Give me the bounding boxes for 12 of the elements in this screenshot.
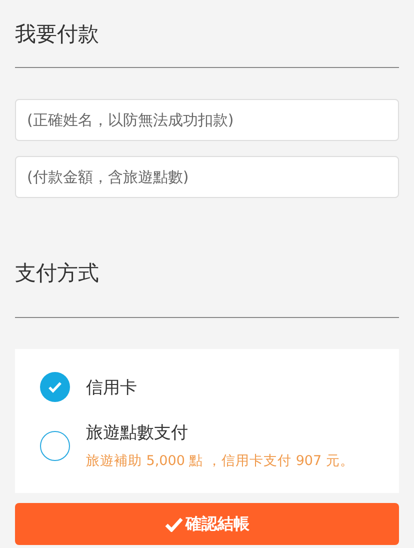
check-icon: [48, 381, 62, 393]
section-title: 支付方式: [15, 260, 100, 287]
input-field[interactable]: (正確姓名，以防無法成功扣款): [15, 99, 399, 141]
check-icon: [164, 516, 182, 532]
radio-button[interactable]: [40, 372, 70, 402]
checkout-button[interactable]: 確認結帳: [15, 503, 399, 545]
radio-button[interactable]: [40, 430, 70, 460]
section-title: 我要付款: [15, 20, 100, 48]
option-label: 信用卡: [86, 376, 137, 398]
input-field[interactable]: (付款金額，含旅遊點數): [15, 156, 399, 198]
payment-note: 旅遊補助 5,000 點 ，信用卡支付 907 元。: [86, 452, 354, 470]
option-label: 旅遊點數支付: [86, 422, 189, 444]
